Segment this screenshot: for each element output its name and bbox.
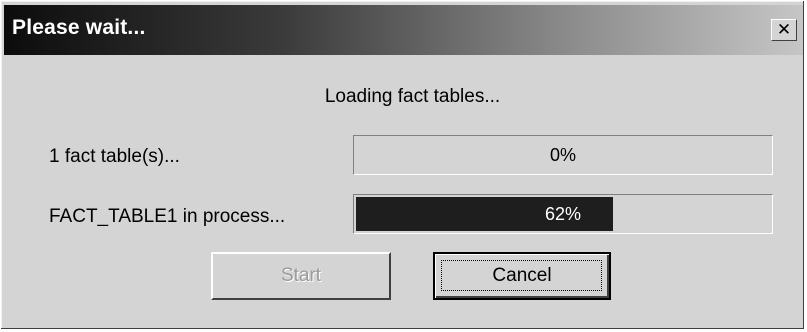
title-bar[interactable]: Please wait... ✕ xyxy=(4,5,803,55)
overall-progress-bar: 0% xyxy=(353,135,773,175)
cancel-button[interactable]: Cancel xyxy=(433,252,611,300)
close-icon: ✕ xyxy=(776,19,792,40)
status-message: Loading fact tables... xyxy=(324,86,501,107)
close-button[interactable]: ✕ xyxy=(771,19,797,41)
current-table-label: FACT_TABLE1 in process... xyxy=(49,206,286,227)
start-button[interactable]: Start xyxy=(211,252,391,300)
please-wait-dialog: Please wait... ✕ Loading fact tables... … xyxy=(0,0,805,330)
fact-tables-count-label: 1 fact table(s)... xyxy=(49,146,180,167)
table-progress-text: 62% xyxy=(544,204,582,224)
table-progress-bar: 62% xyxy=(353,194,773,234)
start-button-label: Start xyxy=(280,265,322,286)
focus-indicator xyxy=(441,260,602,291)
overall-progress-text: 0% xyxy=(549,145,576,165)
window-title: Please wait... xyxy=(12,16,146,39)
